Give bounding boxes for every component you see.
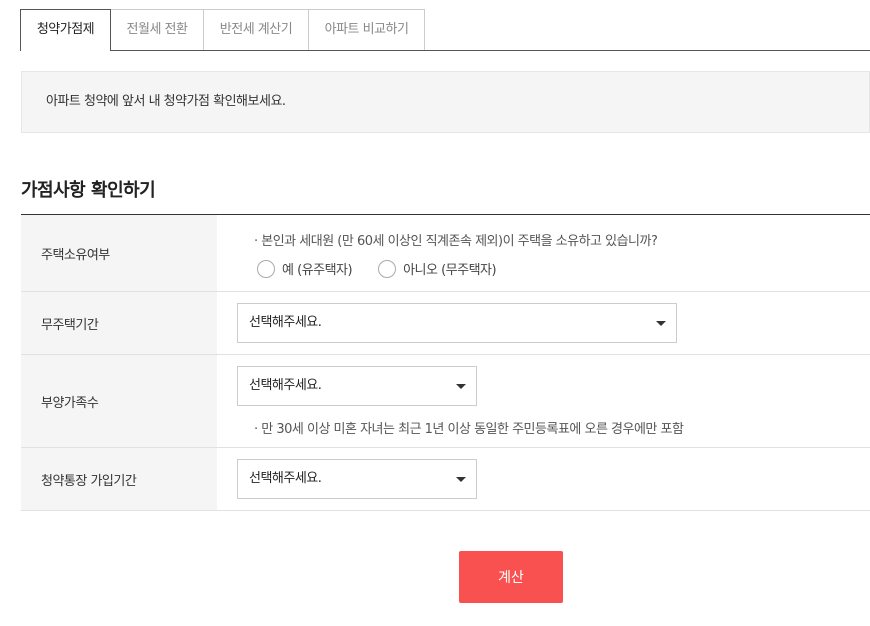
homeless-period-select[interactable]: 선택해주세요. — [237, 303, 677, 343]
row-account-period: 청약통장 가입기간 선택해주세요. — [21, 448, 870, 511]
info-banner: 아파트 청약에 앞서 내 청약가점 확인해보세요. — [21, 71, 870, 133]
row-content: · 본인과 세대원 (만 60세 이상인 직계존속 제외)이 주택을 소유하고 … — [237, 215, 870, 291]
caret-down-icon — [456, 384, 466, 389]
account-period-label: 청약통장 가입기간 — [41, 473, 137, 489]
select-value: 선택해주세요. — [249, 471, 322, 486]
row-dependents: 부양가족수 선택해주세요. · 만 30세 이상 미혼 자녀는 최근 1년 이상… — [21, 355, 870, 448]
tab-subscription-score[interactable]: 청약가점제 — [20, 9, 111, 51]
account-period-select[interactable]: 선택해주세요. — [237, 459, 477, 499]
tab-half-jeonse-calculator[interactable]: 반전세 계산기 — [203, 9, 309, 50]
tab-apartment-compare[interactable]: 아파트 비교하기 — [308, 9, 425, 50]
radio-no-label: 아니오 (무주택자) — [403, 263, 497, 278]
select-value: 선택해주세요. — [249, 378, 322, 393]
row-label: 부양가족수 — [21, 355, 217, 447]
homeless-period-label: 무주택기간 — [41, 317, 99, 333]
tab-rent-conversion[interactable]: 전월세 전환 — [110, 9, 204, 50]
section-title: 가점사항 확인하기 — [21, 180, 156, 201]
row-homeless-period: 무주택기간 선택해주세요. — [21, 292, 870, 355]
row-content: 선택해주세요. — [237, 292, 870, 354]
radio-yes-label: 예 (유주택자) — [282, 263, 353, 278]
house-ownership-label: 주택소유여부 — [41, 247, 110, 263]
radio-circle-icon[interactable] — [378, 259, 397, 278]
house-ownership-question: · 본인과 세대원 (만 60세 이상인 직계존속 제외)이 주택을 소유하고 … — [254, 234, 658, 249]
row-label: 주택소유여부 — [21, 215, 217, 291]
row-content: 선택해주세요. — [237, 448, 870, 510]
score-form-table: 주택소유여부 · 본인과 세대원 (만 60세 이상인 직계존속 제외)이 주택… — [21, 214, 870, 511]
calculate-button[interactable]: 계산 — [459, 551, 563, 603]
tab-bar: 청약가점제 전월세 전환 반전세 계산기 아파트 비교하기 — [20, 9, 870, 51]
dependents-select[interactable]: 선택해주세요. — [237, 366, 477, 406]
dependents-label: 부양가족수 — [41, 395, 99, 411]
row-house-ownership: 주택소유여부 · 본인과 세대원 (만 60세 이상인 직계존속 제외)이 주택… — [21, 215, 870, 292]
house-ownership-radio-group: 예 (유주택자) 아니오 (무주택자) — [257, 259, 522, 278]
radio-circle-icon[interactable] — [257, 259, 275, 278]
row-content: 선택해주세요. · 만 30세 이상 미혼 자녀는 최근 1년 이상 동일한 주… — [237, 355, 870, 447]
row-label: 청약통장 가입기간 — [21, 448, 217, 510]
dependents-note: · 만 30세 이상 미혼 자녀는 최근 1년 이상 동일한 주민등록표에 오른… — [254, 422, 684, 437]
radio-yes-house-owner[interactable]: 예 (유주택자) — [257, 259, 353, 278]
radio-no-house-owner[interactable]: 아니오 (무주택자) — [378, 259, 497, 278]
select-value: 선택해주세요. — [249, 315, 322, 330]
caret-down-icon — [456, 477, 466, 482]
row-label: 무주택기간 — [21, 292, 217, 354]
caret-down-icon — [656, 321, 666, 326]
